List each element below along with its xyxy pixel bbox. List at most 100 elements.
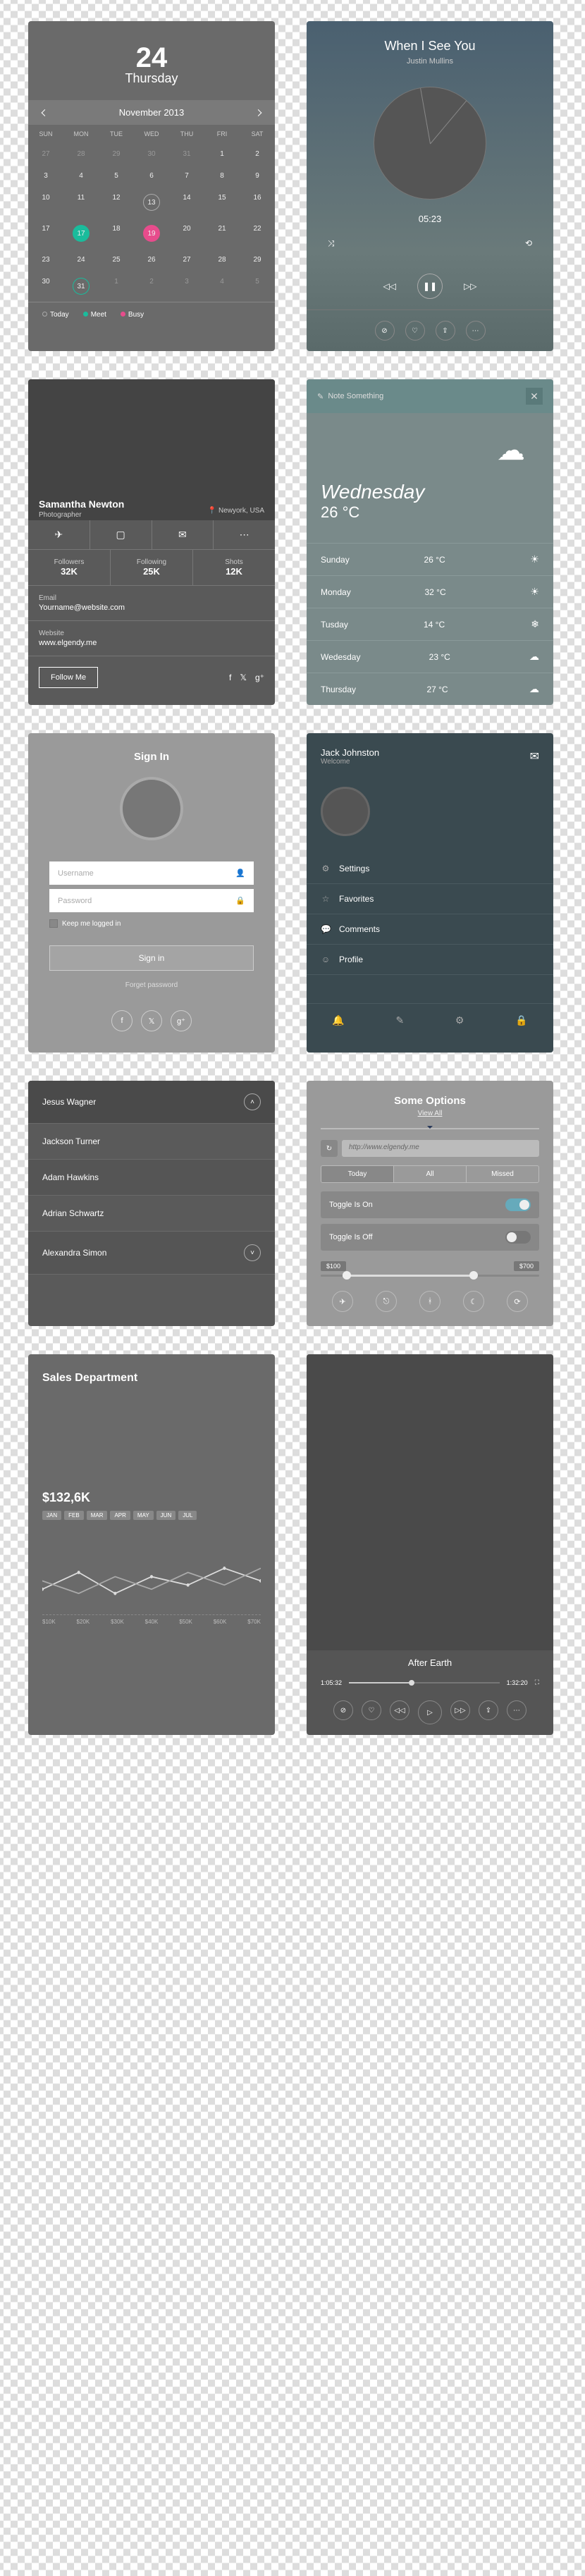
- share-icon[interactable]: ⇪: [479, 1700, 498, 1720]
- forgot-link[interactable]: Forget password: [49, 981, 254, 989]
- month-chip[interactable]: APR: [110, 1511, 130, 1520]
- message-icon[interactable]: ✉: [152, 520, 214, 549]
- block-icon[interactable]: ⊘: [375, 321, 395, 341]
- legend-meet: Meet: [83, 311, 106, 319]
- password-input[interactable]: Password🔒: [49, 889, 254, 912]
- username-input[interactable]: Username👤: [49, 861, 254, 885]
- weather-icon: ☀: [519, 586, 539, 598]
- meet-day[interactable]: 17: [63, 218, 99, 249]
- month-chip[interactable]: MAY: [133, 1511, 154, 1520]
- toggle-off[interactable]: Toggle Is Off: [321, 1224, 539, 1251]
- refresh-icon[interactable]: ↻: [321, 1140, 338, 1157]
- calendar-screen: 24 Thursday November 2013 SUN MON TUE WE…: [28, 21, 275, 351]
- twitter-icon[interactable]: 𝕏: [141, 1010, 162, 1031]
- range-slider[interactable]: $100$700: [321, 1261, 539, 1277]
- video-thumbnail[interactable]: [307, 1354, 553, 1650]
- phone-icon[interactable]: ▢: [90, 520, 152, 549]
- contact-row[interactable]: Adam Hawkins: [28, 1160, 275, 1196]
- weather-row[interactable]: Thursday27 °C☁: [307, 673, 553, 705]
- expand-icon[interactable]: ⛶: [535, 1679, 539, 1686]
- weather-row[interactable]: Sunday26 °C☀: [307, 543, 553, 575]
- calendar-day-number: 24: [42, 42, 261, 74]
- mail-icon[interactable]: ✉: [530, 749, 539, 763]
- edit-icon[interactable]: ✎: [317, 392, 324, 401]
- note-placeholder[interactable]: Note Something: [328, 392, 383, 400]
- lock-icon: 🔒: [235, 896, 245, 905]
- lock-icon[interactable]: 🔒: [515, 1014, 527, 1026]
- settings-icon[interactable]: ⚙: [455, 1014, 464, 1026]
- weather-icon: ❄: [520, 618, 539, 630]
- more-icon[interactable]: ⋯: [466, 321, 486, 341]
- facebook-icon[interactable]: f: [111, 1010, 133, 1031]
- toggle-on[interactable]: Toggle Is On: [321, 1191, 539, 1218]
- following-stat[interactable]: Following25K: [111, 550, 193, 585]
- menu-item-comments[interactable]: 💬Comments: [307, 914, 553, 945]
- calendar-month-selector[interactable]: November 2013: [28, 100, 275, 125]
- legend-busy: Busy: [121, 311, 144, 319]
- prev-icon[interactable]: ◁◁: [383, 281, 396, 291]
- month-chip[interactable]: MAR: [87, 1511, 108, 1520]
- shuffle-icon[interactable]: ⤨: [328, 238, 335, 249]
- contact-row[interactable]: Alexandra Simon˅: [28, 1232, 275, 1275]
- comment-icon: 💬: [321, 924, 331, 934]
- share-icon[interactable]: ⇪: [436, 321, 455, 341]
- menu-item-profile[interactable]: ☺Profile: [307, 945, 553, 975]
- rotate-icon[interactable]: ⟳: [507, 1291, 528, 1312]
- month-chip[interactable]: JUN: [156, 1511, 176, 1520]
- more-icon[interactable]: ⋯: [214, 520, 275, 549]
- options-screen: Some Options View All ↻ http://www.elgen…: [307, 1081, 553, 1326]
- month-chip[interactable]: JAN: [42, 1511, 61, 1520]
- track-title: When I See You: [307, 21, 553, 57]
- close-icon[interactable]: ✕: [526, 388, 543, 405]
- heart-icon[interactable]: ♡: [405, 321, 425, 341]
- weather-row[interactable]: Wedesday23 °C☁: [307, 640, 553, 673]
- weather-row[interactable]: Monday32 °C☀: [307, 575, 553, 608]
- contact-row[interactable]: Adrian Schwartz: [28, 1196, 275, 1232]
- month-chip[interactable]: JUL: [178, 1511, 197, 1520]
- block-icon[interactable]: ⊘: [333, 1700, 353, 1720]
- wifi-icon[interactable]: ⎋: [376, 1291, 397, 1312]
- remember-checkbox[interactable]: Keep me logged in: [49, 919, 254, 928]
- bluetooth-icon[interactable]: ᚼ: [419, 1291, 441, 1312]
- album-disc[interactable]: [374, 87, 486, 200]
- follow-button[interactable]: Follow Me: [39, 667, 98, 688]
- bell-icon[interactable]: 🔔: [332, 1014, 344, 1026]
- prev-icon[interactable]: ◁◁: [390, 1700, 410, 1720]
- compose-icon[interactable]: ✎: [395, 1014, 404, 1026]
- google-icon[interactable]: g⁺: [171, 1010, 192, 1031]
- gear-icon: ⚙: [321, 864, 331, 873]
- video-total: 1:32:20: [507, 1679, 528, 1686]
- next-icon[interactable]: ▷▷: [450, 1700, 470, 1720]
- contact-row[interactable]: Jesus Wagner˄: [28, 1081, 275, 1124]
- user-icon: ☺: [321, 955, 331, 964]
- weather-icon: ☁: [519, 651, 539, 663]
- viewall-link[interactable]: View All: [321, 1110, 539, 1117]
- menu-item-settings[interactable]: ⚙Settings: [307, 854, 553, 884]
- menu-screen: Jack Johnston Welcome ✉ ⚙Settings ☆Favor…: [307, 733, 553, 1053]
- profile-screen: Samantha Newton Photographer 📍 Newyork, …: [28, 379, 275, 705]
- shots-stat[interactable]: Shots12K: [193, 550, 275, 585]
- send-icon[interactable]: ✈: [28, 520, 90, 549]
- segment-control[interactable]: Today All Missed: [321, 1165, 539, 1183]
- more-icon[interactable]: ⋯: [507, 1700, 526, 1720]
- month-chip[interactable]: FEB: [64, 1511, 84, 1520]
- url-input[interactable]: http://www.elgendy.me: [342, 1140, 539, 1157]
- followers-stat[interactable]: Followers32K: [28, 550, 111, 585]
- moon-icon[interactable]: ☾: [463, 1291, 484, 1312]
- facebook-icon[interactable]: f: [229, 673, 231, 682]
- signin-button[interactable]: Sign in: [49, 945, 254, 971]
- next-icon[interactable]: ▷▷: [464, 281, 476, 291]
- video-progress[interactable]: [349, 1682, 500, 1683]
- contact-row[interactable]: Jackson Turner: [28, 1124, 275, 1160]
- play-button[interactable]: ▷: [418, 1700, 442, 1724]
- star-icon: ☆: [321, 894, 331, 904]
- weather-row[interactable]: Tusday14 °C❄: [307, 608, 553, 640]
- repeat-icon[interactable]: ⟲: [525, 238, 532, 249]
- busy-day[interactable]: 19: [134, 218, 169, 249]
- plane-icon[interactable]: ✈: [332, 1291, 353, 1312]
- twitter-icon[interactable]: 𝕏: [240, 673, 247, 682]
- pause-button[interactable]: ❚❚: [417, 274, 443, 299]
- heart-icon[interactable]: ♡: [362, 1700, 381, 1720]
- google-icon[interactable]: g⁺: [255, 673, 264, 682]
- menu-item-favorites[interactable]: ☆Favorites: [307, 884, 553, 914]
